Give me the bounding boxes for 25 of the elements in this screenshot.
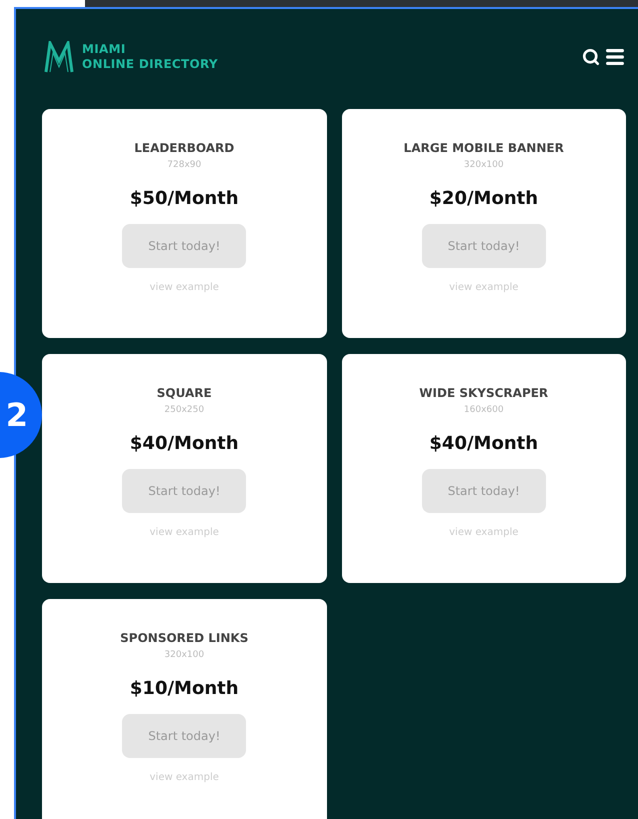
plan-size: 250x250 (164, 404, 204, 417)
plan-title: SQUARE (156, 385, 212, 402)
plan-price: $40/Month (130, 432, 239, 456)
plan-title: LARGE MOBILE BANNER (404, 140, 564, 157)
menu-icon[interactable] (604, 46, 626, 68)
plan-size: 320x100 (164, 649, 204, 662)
search-icon[interactable] (582, 48, 600, 66)
start-button[interactable]: Start today! (422, 468, 546, 512)
logo-icon (44, 41, 74, 73)
plan-size: 728x90 (167, 159, 202, 172)
start-button[interactable]: Start today! (122, 224, 246, 268)
plan-title: WIDE SKYSCRAPER (419, 385, 548, 402)
start-button[interactable]: Start today! (122, 714, 246, 758)
plan-size: 320x100 (464, 159, 504, 172)
logo-text: MIAMI (82, 42, 127, 57)
plan-price: $20/Month (429, 186, 538, 210)
logo-text: ONLINE DIRECTORY (82, 57, 218, 72)
plan-price: $10/Month (130, 676, 239, 700)
start-button[interactable]: Start today! (422, 224, 546, 268)
plan-size: 160x600 (464, 404, 504, 417)
plan-price: $50/Month (130, 186, 239, 210)
plan-title: SPONSORED LINKS (120, 630, 248, 647)
plan-title: LEADERBOARD (134, 140, 234, 157)
start-button[interactable]: Start today! (122, 468, 246, 512)
plan-price: $40/Month (429, 432, 538, 456)
